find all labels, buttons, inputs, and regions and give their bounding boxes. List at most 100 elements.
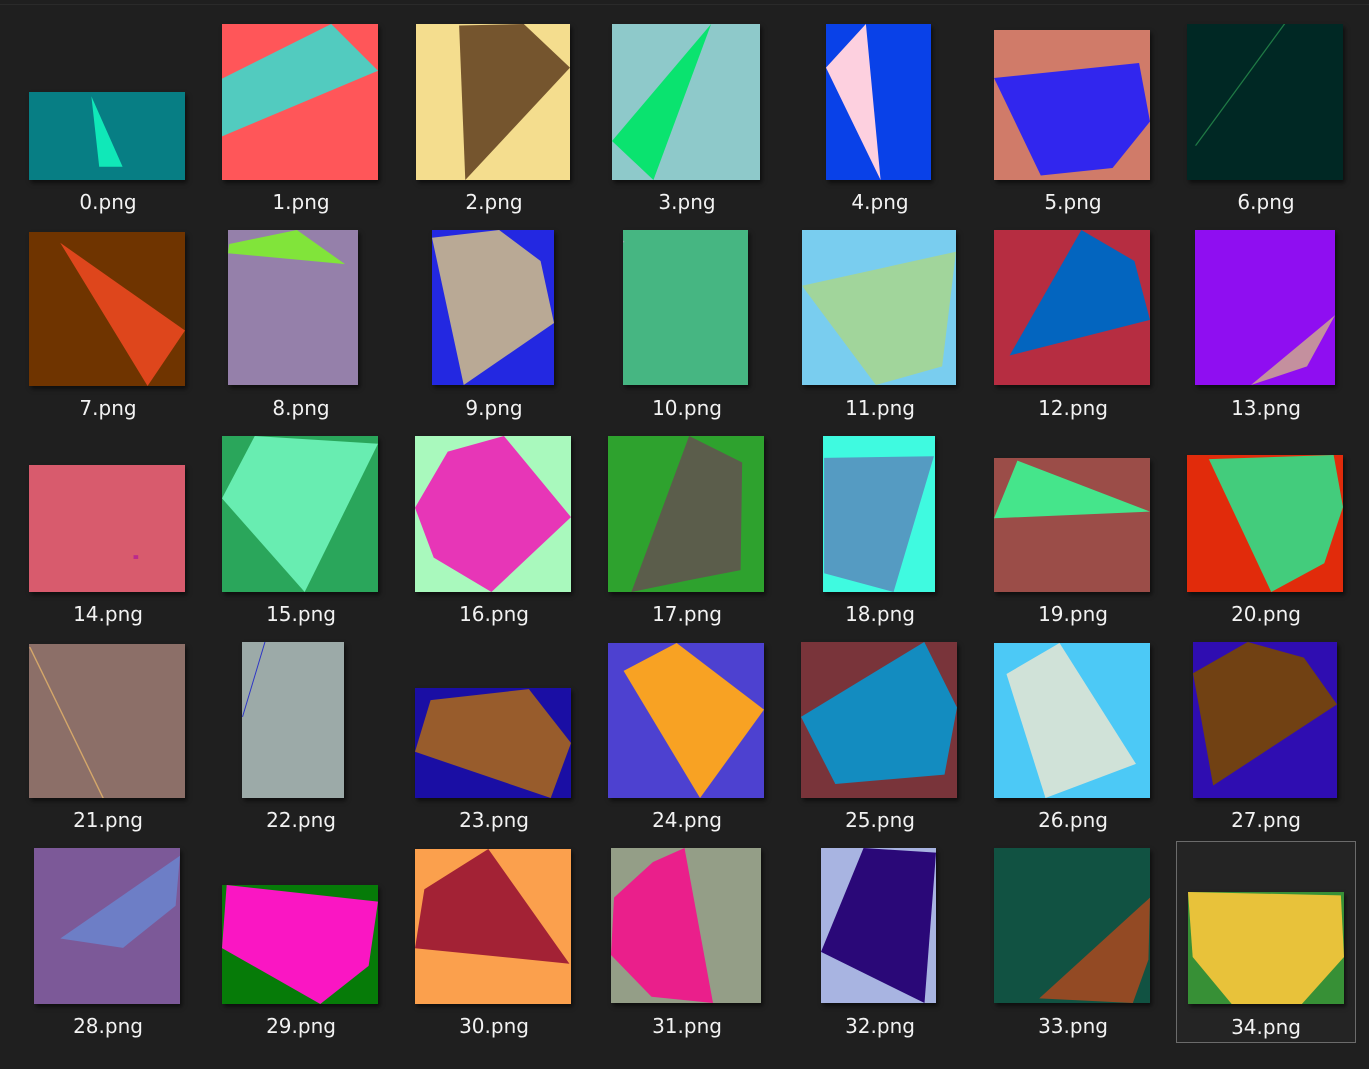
file-item-26[interactable]: 26.png xyxy=(983,635,1163,837)
file-thumbnail xyxy=(222,436,378,592)
file-thumbnail xyxy=(994,848,1150,1003)
file-item-16[interactable]: 16.png xyxy=(404,429,584,631)
file-item-33[interactable]: 33.png xyxy=(983,841,1163,1043)
file-thumbnail xyxy=(415,436,571,592)
file-item-2[interactable]: 2.png xyxy=(404,17,584,219)
file-item-27[interactable]: 27.png xyxy=(1176,635,1356,837)
file-thumbnail xyxy=(29,465,185,592)
file-item-0[interactable]: 0.png xyxy=(18,17,198,219)
file-item-12[interactable]: 12.png xyxy=(983,223,1163,425)
file-name-label: 33.png xyxy=(1038,1014,1108,1038)
file-item-5[interactable]: 5.png xyxy=(983,17,1163,219)
file-thumbnail xyxy=(821,848,936,1003)
file-name-label: 7.png xyxy=(79,396,137,420)
file-name-label: 25.png xyxy=(845,808,915,832)
file-name-label: 0.png xyxy=(79,190,137,214)
file-thumbnail xyxy=(228,230,358,385)
file-thumbnail xyxy=(29,232,185,386)
file-name-label: 22.png xyxy=(266,808,336,832)
file-name-label: 13.png xyxy=(1231,396,1301,420)
file-name-label: 24.png xyxy=(652,808,722,832)
file-item-9[interactable]: 9.png xyxy=(404,223,584,425)
file-thumbnail xyxy=(801,642,957,798)
file-item-8[interactable]: 8.png xyxy=(211,223,391,425)
file-item-32[interactable]: 32.png xyxy=(790,841,970,1043)
file-name-label: 19.png xyxy=(1038,602,1108,626)
file-thumbnail xyxy=(1188,892,1344,1004)
file-thumbnail xyxy=(416,24,570,180)
thumbnail-background xyxy=(1195,230,1335,385)
file-thumbnail xyxy=(415,849,571,1004)
file-item-15[interactable]: 15.png xyxy=(211,429,391,631)
file-item-34[interactable]: 34.png xyxy=(1176,841,1356,1043)
file-item-19[interactable]: 19.png xyxy=(983,429,1163,631)
file-item-30[interactable]: 30.png xyxy=(404,841,584,1043)
file-item-6[interactable]: 6.png xyxy=(1176,17,1356,219)
thumbnail-background xyxy=(826,24,931,180)
file-item-29[interactable]: 29.png xyxy=(211,841,391,1043)
file-item-25[interactable]: 25.png xyxy=(790,635,970,837)
file-item-13[interactable]: 13.png xyxy=(1176,223,1356,425)
file-name-label: 9.png xyxy=(465,396,523,420)
file-name-label: 34.png xyxy=(1231,1015,1301,1039)
file-item-22[interactable]: 22.png xyxy=(211,635,391,837)
file-thumbnail xyxy=(608,643,764,798)
file-name-label: 32.png xyxy=(845,1014,915,1038)
file-thumbnail xyxy=(242,642,344,798)
file-item-18[interactable]: 18.png xyxy=(790,429,970,631)
file-name-label: 28.png xyxy=(73,1014,143,1038)
file-thumbnail xyxy=(994,458,1150,592)
file-grid: 0.png 1.png 2.png 3.png 4.png 5.png 6.png 7.png… xyxy=(0,0,1369,1069)
file-name-label: 11.png xyxy=(845,396,915,420)
file-thumbnail xyxy=(802,230,956,385)
file-thumbnail xyxy=(994,30,1150,180)
file-thumbnail xyxy=(1195,230,1335,385)
file-thumbnail xyxy=(1193,642,1337,798)
file-item-17[interactable]: 17.png xyxy=(597,429,777,631)
thumbnail-background xyxy=(623,230,748,385)
file-thumbnail xyxy=(623,230,748,385)
file-thumbnail xyxy=(415,688,571,798)
file-thumbnail xyxy=(611,848,761,1003)
file-item-4[interactable]: 4.png xyxy=(790,17,970,219)
file-name-label: 5.png xyxy=(1044,190,1102,214)
file-item-21[interactable]: 21.png xyxy=(18,635,198,837)
file-item-3[interactable]: 3.png xyxy=(597,17,777,219)
file-thumbnail xyxy=(823,436,935,592)
thumbnail-shape xyxy=(133,555,139,559)
file-thumbnail xyxy=(1187,24,1343,180)
thumbnail-shape xyxy=(623,240,625,243)
thumbnail-background xyxy=(29,465,185,592)
file-item-23[interactable]: 23.png xyxy=(404,635,584,837)
file-item-28[interactable]: 28.png xyxy=(18,841,198,1043)
file-thumbnail xyxy=(222,885,378,1004)
file-thumbnail xyxy=(1187,455,1343,592)
file-name-label: 31.png xyxy=(652,1014,722,1038)
file-thumbnail xyxy=(29,644,185,798)
file-name-label: 18.png xyxy=(845,602,915,626)
file-name-label: 16.png xyxy=(459,602,529,626)
file-name-label: 15.png xyxy=(266,602,336,626)
file-item-20[interactable]: 20.png xyxy=(1176,429,1356,631)
file-name-label: 10.png xyxy=(652,396,722,420)
file-thumbnail xyxy=(29,92,185,180)
file-item-1[interactable]: 1.png xyxy=(211,17,391,219)
file-name-label: 20.png xyxy=(1231,602,1301,626)
file-name-label: 27.png xyxy=(1231,808,1301,832)
thumbnail-background xyxy=(1187,24,1343,180)
file-name-label: 2.png xyxy=(465,190,523,214)
file-name-label: 23.png xyxy=(459,808,529,832)
file-name-label: 14.png xyxy=(73,602,143,626)
top-divider xyxy=(0,4,1369,5)
file-name-label: 8.png xyxy=(272,396,330,420)
file-name-label: 6.png xyxy=(1237,190,1295,214)
file-item-11[interactable]: 11.png xyxy=(790,223,970,425)
file-thumbnail xyxy=(612,24,760,180)
file-name-label: 12.png xyxy=(1038,396,1108,420)
file-item-31[interactable]: 31.png xyxy=(597,841,777,1043)
file-item-10[interactable]: 10.png xyxy=(597,223,777,425)
file-name-label: 17.png xyxy=(652,602,722,626)
file-item-14[interactable]: 14.png xyxy=(18,429,198,631)
file-item-24[interactable]: 24.png xyxy=(597,635,777,837)
file-item-7[interactable]: 7.png xyxy=(18,223,198,425)
